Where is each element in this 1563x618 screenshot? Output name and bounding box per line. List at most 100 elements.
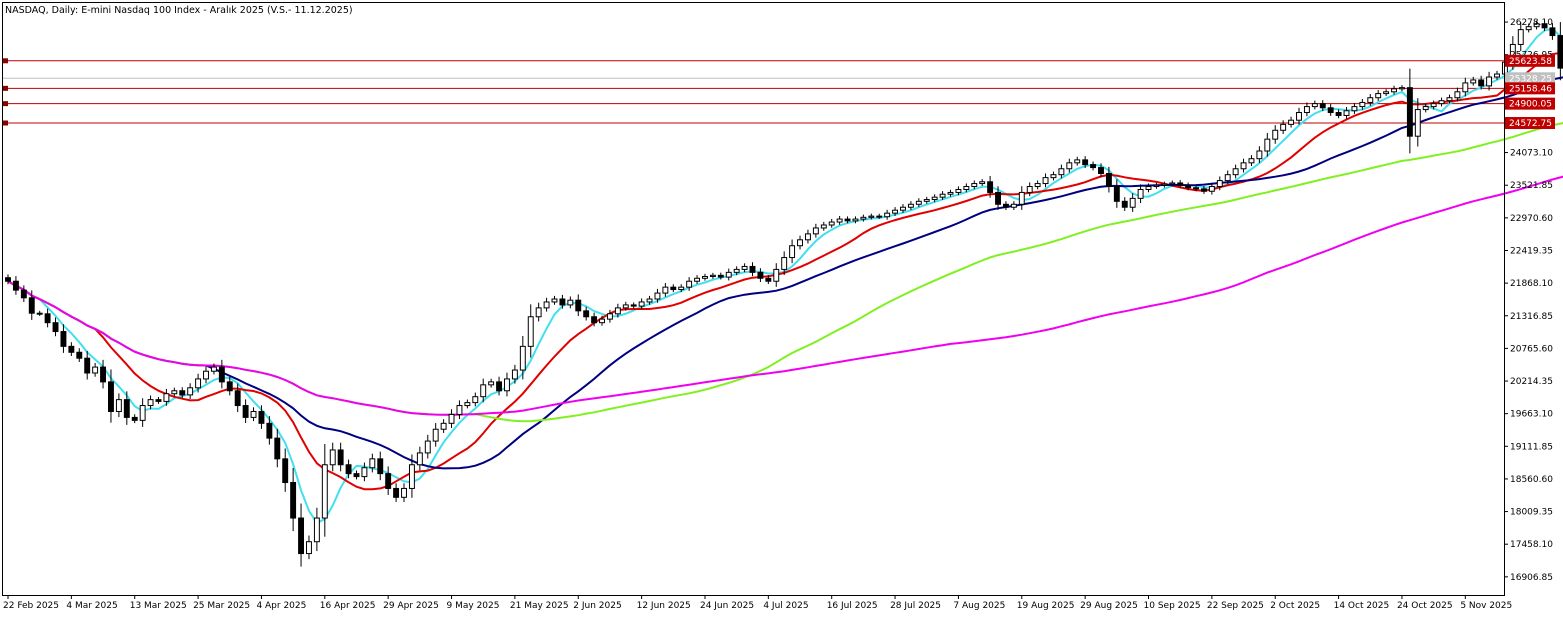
candle-up	[1430, 103, 1437, 108]
candle-down	[377, 458, 384, 475]
candle-up	[1137, 188, 1144, 199]
candles	[5, 20, 1563, 567]
candle-up	[1216, 180, 1223, 188]
candle-up	[1129, 197, 1136, 208]
candle-down	[108, 381, 114, 412]
candle-down	[1549, 27, 1556, 37]
candle-up	[1050, 174, 1057, 179]
candle-up	[1517, 29, 1524, 45]
candle-down	[765, 277, 772, 282]
time-tick-label: 21 May 2025	[510, 601, 569, 611]
candle-down	[298, 517, 305, 555]
price-chart[interactable]: 26278.1025726.9524073.1023521.8522970.60…	[0, 0, 1563, 618]
candle-up	[1359, 101, 1366, 108]
candle-down	[749, 265, 756, 273]
candle-up	[1208, 186, 1215, 192]
candle-up	[662, 286, 669, 294]
candle-up	[1383, 91, 1390, 95]
time-axis: 22 Feb 2025 4 Mar 2025 13 Mar 2025 25 Mar 2…	[3, 595, 1512, 611]
candle-down	[393, 487, 400, 498]
plot-frame	[2, 2, 1505, 596]
time-tick-label: 24 Oct 2025	[1397, 601, 1453, 611]
candle-up	[725, 271, 732, 278]
candle-up	[884, 212, 891, 218]
candle-down	[36, 312, 43, 315]
time-tick-label: 22 Feb 2025	[3, 601, 59, 611]
candle-up	[321, 464, 328, 519]
candle-up	[147, 399, 154, 407]
candle-down	[385, 473, 392, 489]
candle-down	[1335, 112, 1342, 116]
candle-down	[717, 274, 724, 278]
candle-up	[313, 517, 320, 543]
candle-up	[702, 276, 708, 279]
candle-down	[591, 316, 598, 324]
level-marker	[3, 101, 8, 107]
candle-up	[1446, 97, 1453, 102]
candle-up	[1272, 129, 1279, 140]
candle-down	[1185, 184, 1192, 189]
candle-up	[1375, 93, 1382, 99]
candle-up	[931, 196, 938, 201]
candle-down	[12, 280, 19, 291]
candle-up	[1280, 123, 1287, 131]
candle-up	[187, 387, 194, 396]
candle-up	[646, 298, 653, 303]
time-tick-label: 7 Aug 2025	[953, 601, 1005, 611]
candle-down	[345, 464, 352, 475]
candle-down	[575, 299, 582, 312]
candle-down	[28, 297, 35, 314]
candle-up	[638, 301, 645, 307]
candle-up	[686, 280, 693, 288]
candle-up	[527, 316, 534, 347]
price-tick-label: 17458.10	[1510, 540, 1553, 550]
candle-down	[20, 289, 27, 299]
candle-up	[1391, 88, 1397, 93]
candle-up	[1224, 174, 1231, 182]
candle-up	[1486, 76, 1493, 87]
level-label-text: 25623.58	[1509, 57, 1552, 67]
candle-up	[1145, 186, 1152, 190]
candle-up	[1161, 183, 1168, 186]
candle-down	[1319, 103, 1326, 109]
candle-up	[709, 274, 716, 278]
candle-up	[773, 268, 780, 282]
candle-down	[1090, 164, 1097, 169]
candle-down	[670, 286, 677, 291]
candle-down	[987, 181, 994, 193]
candle-up	[733, 268, 740, 273]
price-tick-label: 18560.60	[1510, 475, 1553, 485]
candle-down	[1098, 167, 1104, 174]
candle-up	[210, 366, 217, 372]
moving-average-line	[7, 27, 1563, 525]
candle-up	[488, 381, 495, 386]
price-tick-label: 19111.85	[1510, 442, 1553, 452]
candle-down	[218, 366, 225, 383]
candle-up	[1414, 109, 1421, 137]
candle-up	[1422, 106, 1429, 111]
candle-down	[1557, 35, 1563, 69]
candle-up	[115, 399, 122, 412]
time-tick-label: 29 Aug 2025	[1080, 601, 1138, 611]
candle-up	[139, 405, 146, 421]
chart-window[interactable]: 26278.1025726.9524073.1023521.8522970.60…	[0, 0, 1563, 618]
time-tick-label: 12 Jun 2025	[637, 601, 691, 611]
candle-up	[789, 245, 796, 259]
candle-up	[464, 402, 471, 407]
candle-up	[915, 200, 922, 205]
price-tick-label: 22970.60	[1510, 214, 1553, 224]
candle-down	[1193, 187, 1199, 190]
time-tick-label: 5 Nov 2025	[1460, 601, 1512, 611]
candle-up	[804, 233, 811, 241]
price-tick-label: 20765.60	[1510, 344, 1553, 354]
time-tick-label: 28 Jul 2025	[890, 601, 941, 611]
candle-up	[1288, 119, 1295, 125]
candle-up	[163, 393, 170, 402]
candle-up	[1153, 184, 1160, 188]
price-tick-label: 21868.10	[1510, 279, 1553, 289]
time-tick-label: 2 Jun 2025	[573, 601, 621, 611]
candle-up	[939, 193, 946, 198]
candle-up	[92, 366, 99, 374]
price-tick-label: 21316.85	[1510, 312, 1553, 322]
level-marker	[3, 85, 8, 91]
